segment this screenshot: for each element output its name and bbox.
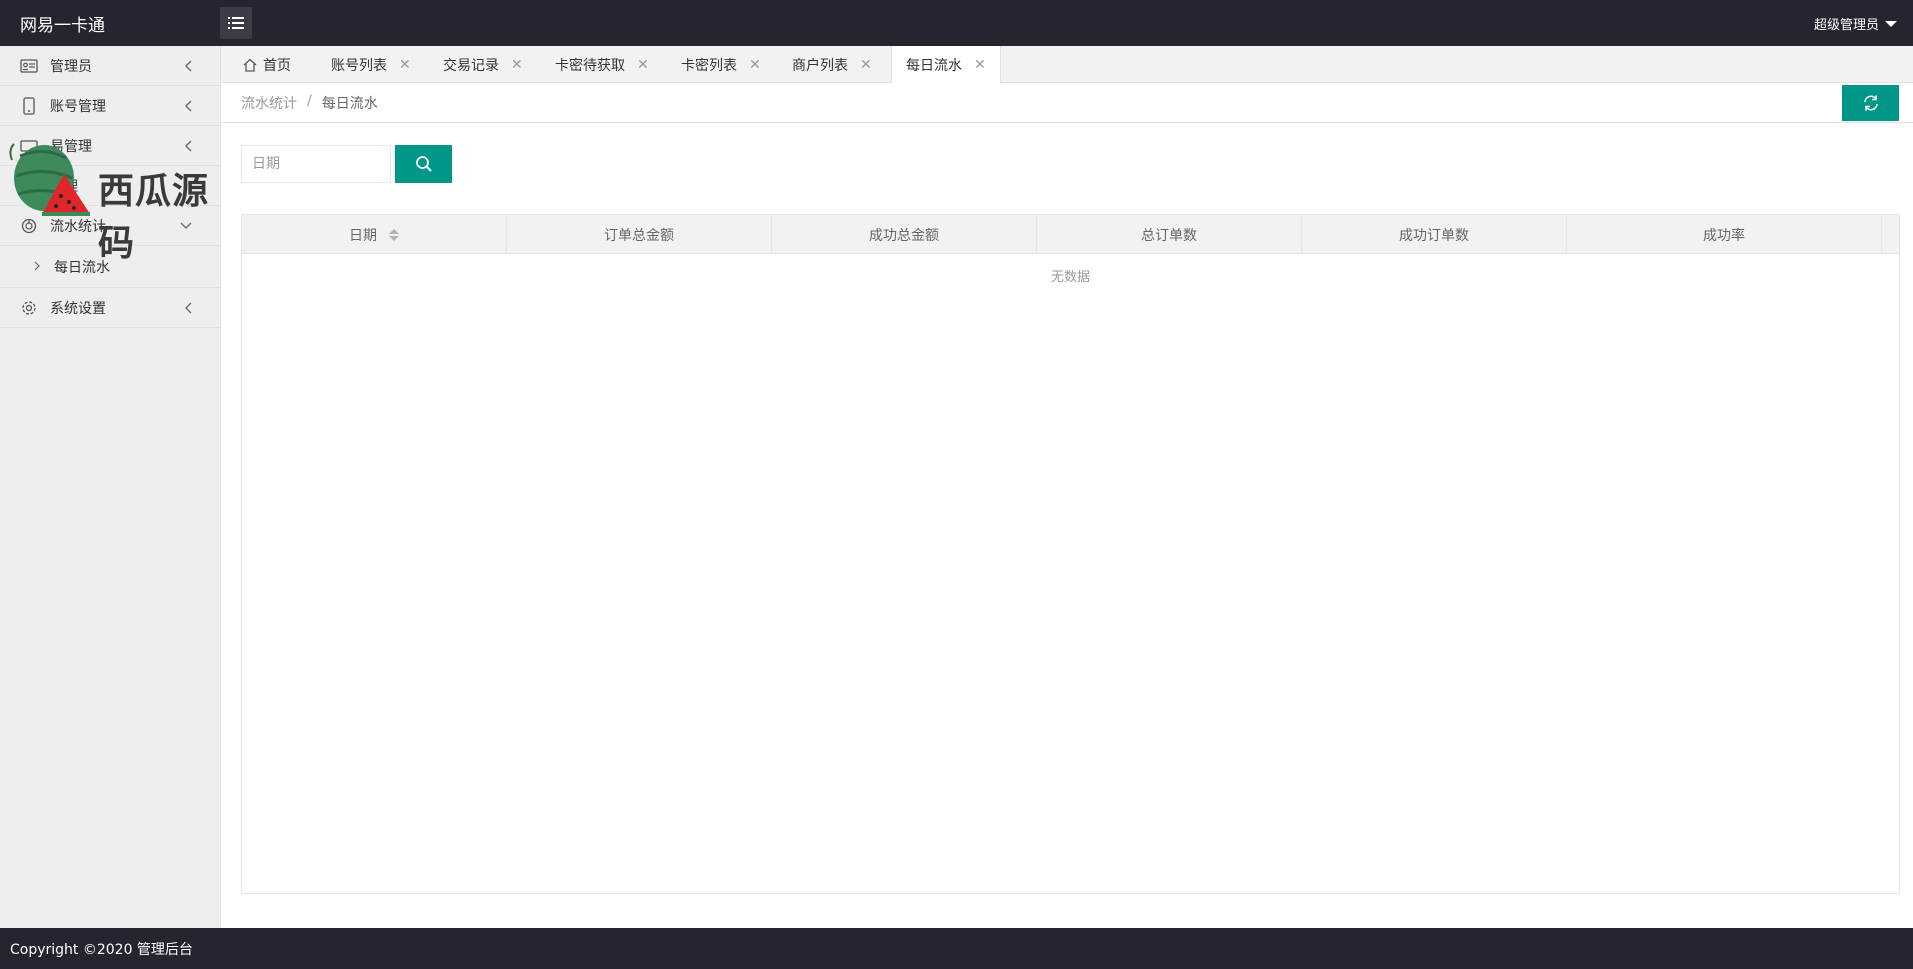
list-icon	[228, 17, 244, 29]
tab-home[interactable]: 首页	[243, 46, 291, 83]
tab-card-pending[interactable]: 卡密待获取 ✕	[555, 46, 649, 83]
footer: Copyright ©2020 管理后台	[0, 928, 1913, 969]
table-header-cell: 成功订单数	[1302, 215, 1567, 254]
card-icon	[20, 137, 38, 155]
close-icon[interactable]: ✕	[974, 57, 986, 73]
table-header-cell: 订单总金额	[507, 215, 772, 254]
sidebar-subitem-label: 每日流水	[54, 259, 110, 276]
brand-title: 网易一卡通	[20, 16, 105, 36]
sidebar: 管理员 账号管理 易管理 管理 流水统计 每日流水 系统设置	[0, 46, 221, 928]
column-label: 日期	[349, 227, 377, 244]
tab-label: 卡密待获取	[555, 57, 625, 74]
sidebar-item-accounts[interactable]: 账号管理	[0, 86, 220, 126]
sidebar-item-label: 账号管理	[50, 98, 106, 115]
sidebar-item-settings[interactable]: 系统设置	[0, 288, 220, 328]
tab-merchant-list[interactable]: 商户列表 ✕	[792, 46, 872, 83]
tab-label: 每日流水	[906, 58, 962, 74]
breadcrumb-bar: 流水统计 / 每日流水	[221, 83, 1913, 123]
phone-icon	[20, 96, 38, 115]
breadcrumb-separator: /	[307, 93, 312, 109]
chevron-left-icon	[184, 302, 192, 318]
tab-transactions[interactable]: 交易记录 ✕	[443, 46, 523, 83]
user-name: 超级管理员	[1813, 18, 1879, 33]
close-icon[interactable]: ✕	[511, 57, 523, 73]
table-header-cell: 成功总金额	[772, 215, 1037, 254]
breadcrumb-parent[interactable]: 流水统计	[241, 93, 297, 113]
column-label: 成功总金额	[869, 227, 939, 244]
top-header: 网易一卡通 超级管理员	[0, 0, 1913, 46]
user-menu[interactable]: 超级管理员	[1814, 14, 1897, 33]
search-icon	[415, 156, 432, 172]
tab-label: 卡密列表	[681, 57, 737, 74]
user-icon	[20, 177, 38, 195]
sidebar-item-trade[interactable]: 易管理	[0, 126, 220, 166]
close-icon[interactable]: ✕	[749, 57, 761, 73]
sidebar-item-admin[interactable]: 管理员	[0, 46, 220, 86]
tab-label: 账号列表	[331, 57, 387, 74]
column-label: 订单总金额	[604, 227, 674, 244]
close-icon[interactable]: ✕	[399, 57, 411, 73]
sidebar-item-label: 管理员	[50, 58, 92, 75]
sort-icon[interactable]	[389, 228, 399, 241]
chevron-left-icon	[184, 140, 192, 156]
breadcrumb: 流水统计 / 每日流水	[241, 93, 378, 113]
sidebar-subitem-daily-flow[interactable]: 每日流水	[0, 246, 220, 288]
sidebar-item-statistics[interactable]: 流水统计	[0, 206, 220, 246]
empty-state: 无数据	[1050, 269, 1090, 285]
tab-label: 商户列表	[792, 57, 848, 74]
close-icon[interactable]: ✕	[860, 57, 872, 73]
chevron-right-icon	[34, 259, 40, 275]
clock-icon	[20, 217, 38, 235]
tab-card-list[interactable]: 卡密列表 ✕	[681, 46, 761, 83]
column-label: 总订单数	[1141, 227, 1197, 244]
table-header: 日期 订单总金额 成功总金额 总订单数 成功订单数 成功率	[242, 215, 1899, 254]
date-input[interactable]	[241, 145, 391, 183]
sidebar-item-label: 系统设置	[50, 300, 106, 317]
caret-down-icon	[1885, 20, 1897, 27]
id-card-icon	[20, 57, 38, 75]
search-button[interactable]	[395, 145, 452, 183]
table-header-cell[interactable]: 日期	[242, 215, 507, 254]
tab-daily-flow[interactable]: 每日流水 ✕	[891, 46, 1001, 84]
tab-label: 首页	[263, 57, 291, 74]
close-icon[interactable]: ✕	[637, 57, 649, 73]
tab-bar: 首页 账号列表 ✕ 交易记录 ✕ 卡密待获取 ✕ 卡密列表 ✕ 商户列表 ✕ 每…	[221, 46, 1913, 84]
tab-account-list[interactable]: 账号列表 ✕	[331, 46, 411, 83]
menu-toggle-button[interactable]	[220, 7, 252, 39]
refresh-button[interactable]	[1842, 85, 1899, 121]
chevron-down-icon	[180, 218, 192, 234]
data-table: 日期 订单总金额 成功总金额 总订单数 成功订单数 成功率 无数据	[241, 214, 1900, 894]
copyright-text: Copyright ©2020 管理后台	[10, 941, 193, 958]
sidebar-item-label: 易管理	[50, 138, 92, 155]
chevron-left-icon	[184, 60, 192, 76]
home-icon	[243, 58, 257, 72]
sidebar-item-label: 管理	[50, 178, 78, 195]
refresh-icon	[1863, 95, 1878, 111]
sidebar-item-manage[interactable]: 管理	[0, 166, 220, 206]
table-header-cell: 总订单数	[1037, 215, 1302, 254]
tab-label: 交易记录	[443, 57, 499, 74]
column-label: 成功订单数	[1399, 227, 1469, 244]
table-header-cell: 成功率	[1567, 215, 1882, 254]
breadcrumb-current: 每日流水	[321, 96, 378, 112]
column-label: 成功率	[1703, 227, 1745, 244]
sidebar-item-label: 流水统计	[50, 218, 106, 235]
chevron-left-icon	[184, 100, 192, 116]
gear-icon	[20, 299, 38, 317]
